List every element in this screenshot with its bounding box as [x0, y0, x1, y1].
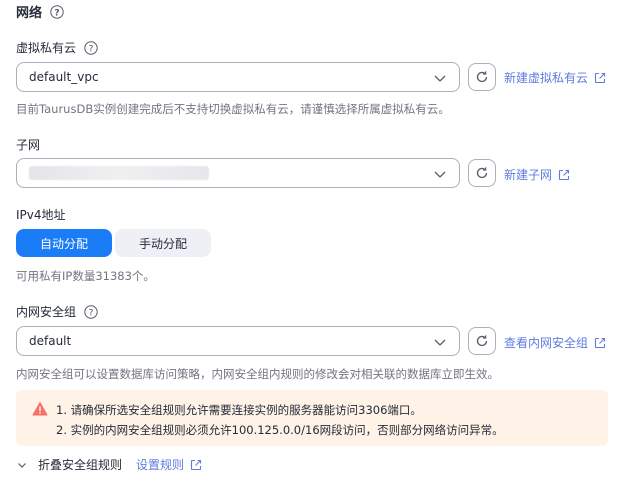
vpc-label-text: 虚拟私有云 [16, 41, 77, 55]
vpc-hint: 目前TaurusDB实例创建完成后不支持切换虚拟私有云，请谨慎选择所属虚拟私有云… [16, 102, 450, 116]
security-group-refresh-button[interactable] [468, 327, 496, 355]
help-icon[interactable]: ? [84, 40, 98, 55]
security-rules-toggle-row: 折叠安全组规则 设置规则 [16, 456, 202, 473]
warning-line-1: 1. 请确保所选安全组规则允许需要连接实例的服务器能访问3306端口。 [56, 403, 422, 417]
external-link-icon [558, 169, 570, 181]
external-link-icon [190, 459, 202, 471]
network-section-title: 网络 ? [16, 2, 64, 21]
security-group-label-text: 内网安全组 [16, 305, 77, 319]
refresh-icon [476, 335, 488, 347]
chevron-down-icon [18, 462, 26, 468]
create-subnet-link-text: 新建子网 [504, 168, 553, 182]
subnet-select[interactable] [16, 158, 460, 188]
network-title: 网络 [16, 6, 43, 21]
security-group-warning: 1. 请确保所选安全组规则允许需要连接实例的服务器能访问3306端口。 2. 实… [16, 390, 608, 446]
svg-text:?: ? [89, 308, 94, 318]
chevron-down-icon [433, 335, 447, 349]
external-link-icon [594, 337, 606, 349]
refresh-icon [476, 71, 488, 83]
security-group-hint: 内网安全组可以设置数据库访问策略，内网安全组内规则的修改会对相关联的数据库立即生… [16, 367, 499, 381]
collapse-rules-toggle[interactable]: 折叠安全组规则 [16, 456, 122, 473]
security-group-select[interactable]: default [16, 326, 460, 356]
security-group-select-value: default [29, 334, 72, 348]
svg-text:?: ? [54, 8, 59, 18]
help-icon[interactable]: ? [84, 304, 98, 319]
warning-icon [32, 402, 48, 416]
view-security-group-link[interactable]: 查看内网安全组 [504, 334, 606, 351]
vpc-select-value: default_vpc [29, 70, 99, 84]
view-security-group-link-text: 查看内网安全组 [504, 336, 589, 350]
warning-line-2: 2. 实例的内网安全组规则必须允许100.125.0.0/16网段访问，否则部分… [56, 423, 504, 437]
ipv4-label-text: IPv4地址 [16, 208, 66, 222]
ipv4-hint: 可用私有IP数量31383个。 [16, 269, 155, 283]
chevron-down-icon [433, 71, 447, 85]
svg-text:?: ? [89, 44, 94, 54]
subnet-label: 子网 [16, 136, 40, 153]
manual-assign-button[interactable]: 手动分配 [115, 229, 211, 257]
help-icon[interactable]: ? [50, 4, 64, 19]
collapse-rules-label: 折叠安全组规则 [38, 458, 123, 472]
vpc-label: 虚拟私有云 ? [16, 39, 98, 56]
create-vpc-link-text: 新建虚拟私有云 [504, 71, 589, 85]
vpc-select[interactable]: default_vpc [16, 62, 460, 92]
subnet-label-text: 子网 [16, 138, 41, 152]
auto-assign-button[interactable]: 自动分配 [16, 229, 112, 257]
refresh-icon [476, 167, 488, 179]
vpc-refresh-button[interactable] [468, 63, 496, 91]
chevron-down-icon [433, 167, 447, 181]
create-vpc-link[interactable]: 新建虚拟私有云 [504, 69, 606, 86]
subnet-refresh-button[interactable] [468, 159, 496, 187]
security-group-label: 内网安全组 ? [16, 303, 98, 320]
settings-rules-link[interactable]: 设置规则 [136, 456, 202, 473]
create-subnet-link[interactable]: 新建子网 [504, 166, 570, 183]
ipv4-label: IPv4地址 [16, 206, 66, 223]
settings-rules-link-text: 设置规则 [136, 458, 185, 472]
external-link-icon [594, 72, 606, 84]
subnet-select-value-redacted [29, 166, 209, 180]
